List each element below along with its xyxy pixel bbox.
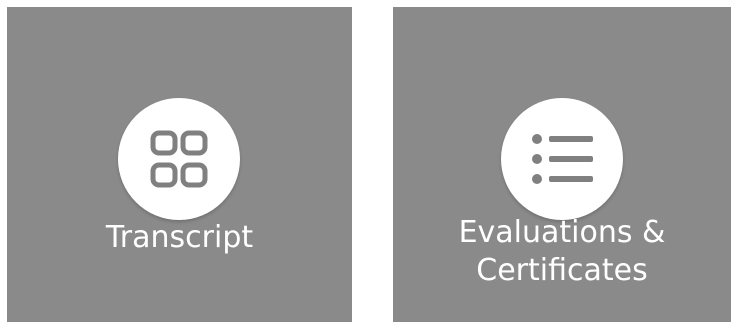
evaluations-label-line2: Certificates [476, 253, 648, 288]
evaluations-label-line1: Evaluations & [458, 215, 666, 250]
transcript-tile[interactable]: Transcript [7, 7, 352, 322]
evaluations-icon-circle [501, 98, 623, 220]
evaluations-certificates-tile[interactable]: Evaluations & Certificates [393, 7, 731, 322]
list-icon [532, 134, 593, 184]
transcript-label-text: Transcript [105, 220, 254, 255]
grid-icon [150, 130, 208, 188]
transcript-label: Transcript [7, 219, 352, 257]
evaluations-label: Evaluations & Certificates [393, 214, 731, 290]
transcript-icon-circle [118, 98, 240, 220]
